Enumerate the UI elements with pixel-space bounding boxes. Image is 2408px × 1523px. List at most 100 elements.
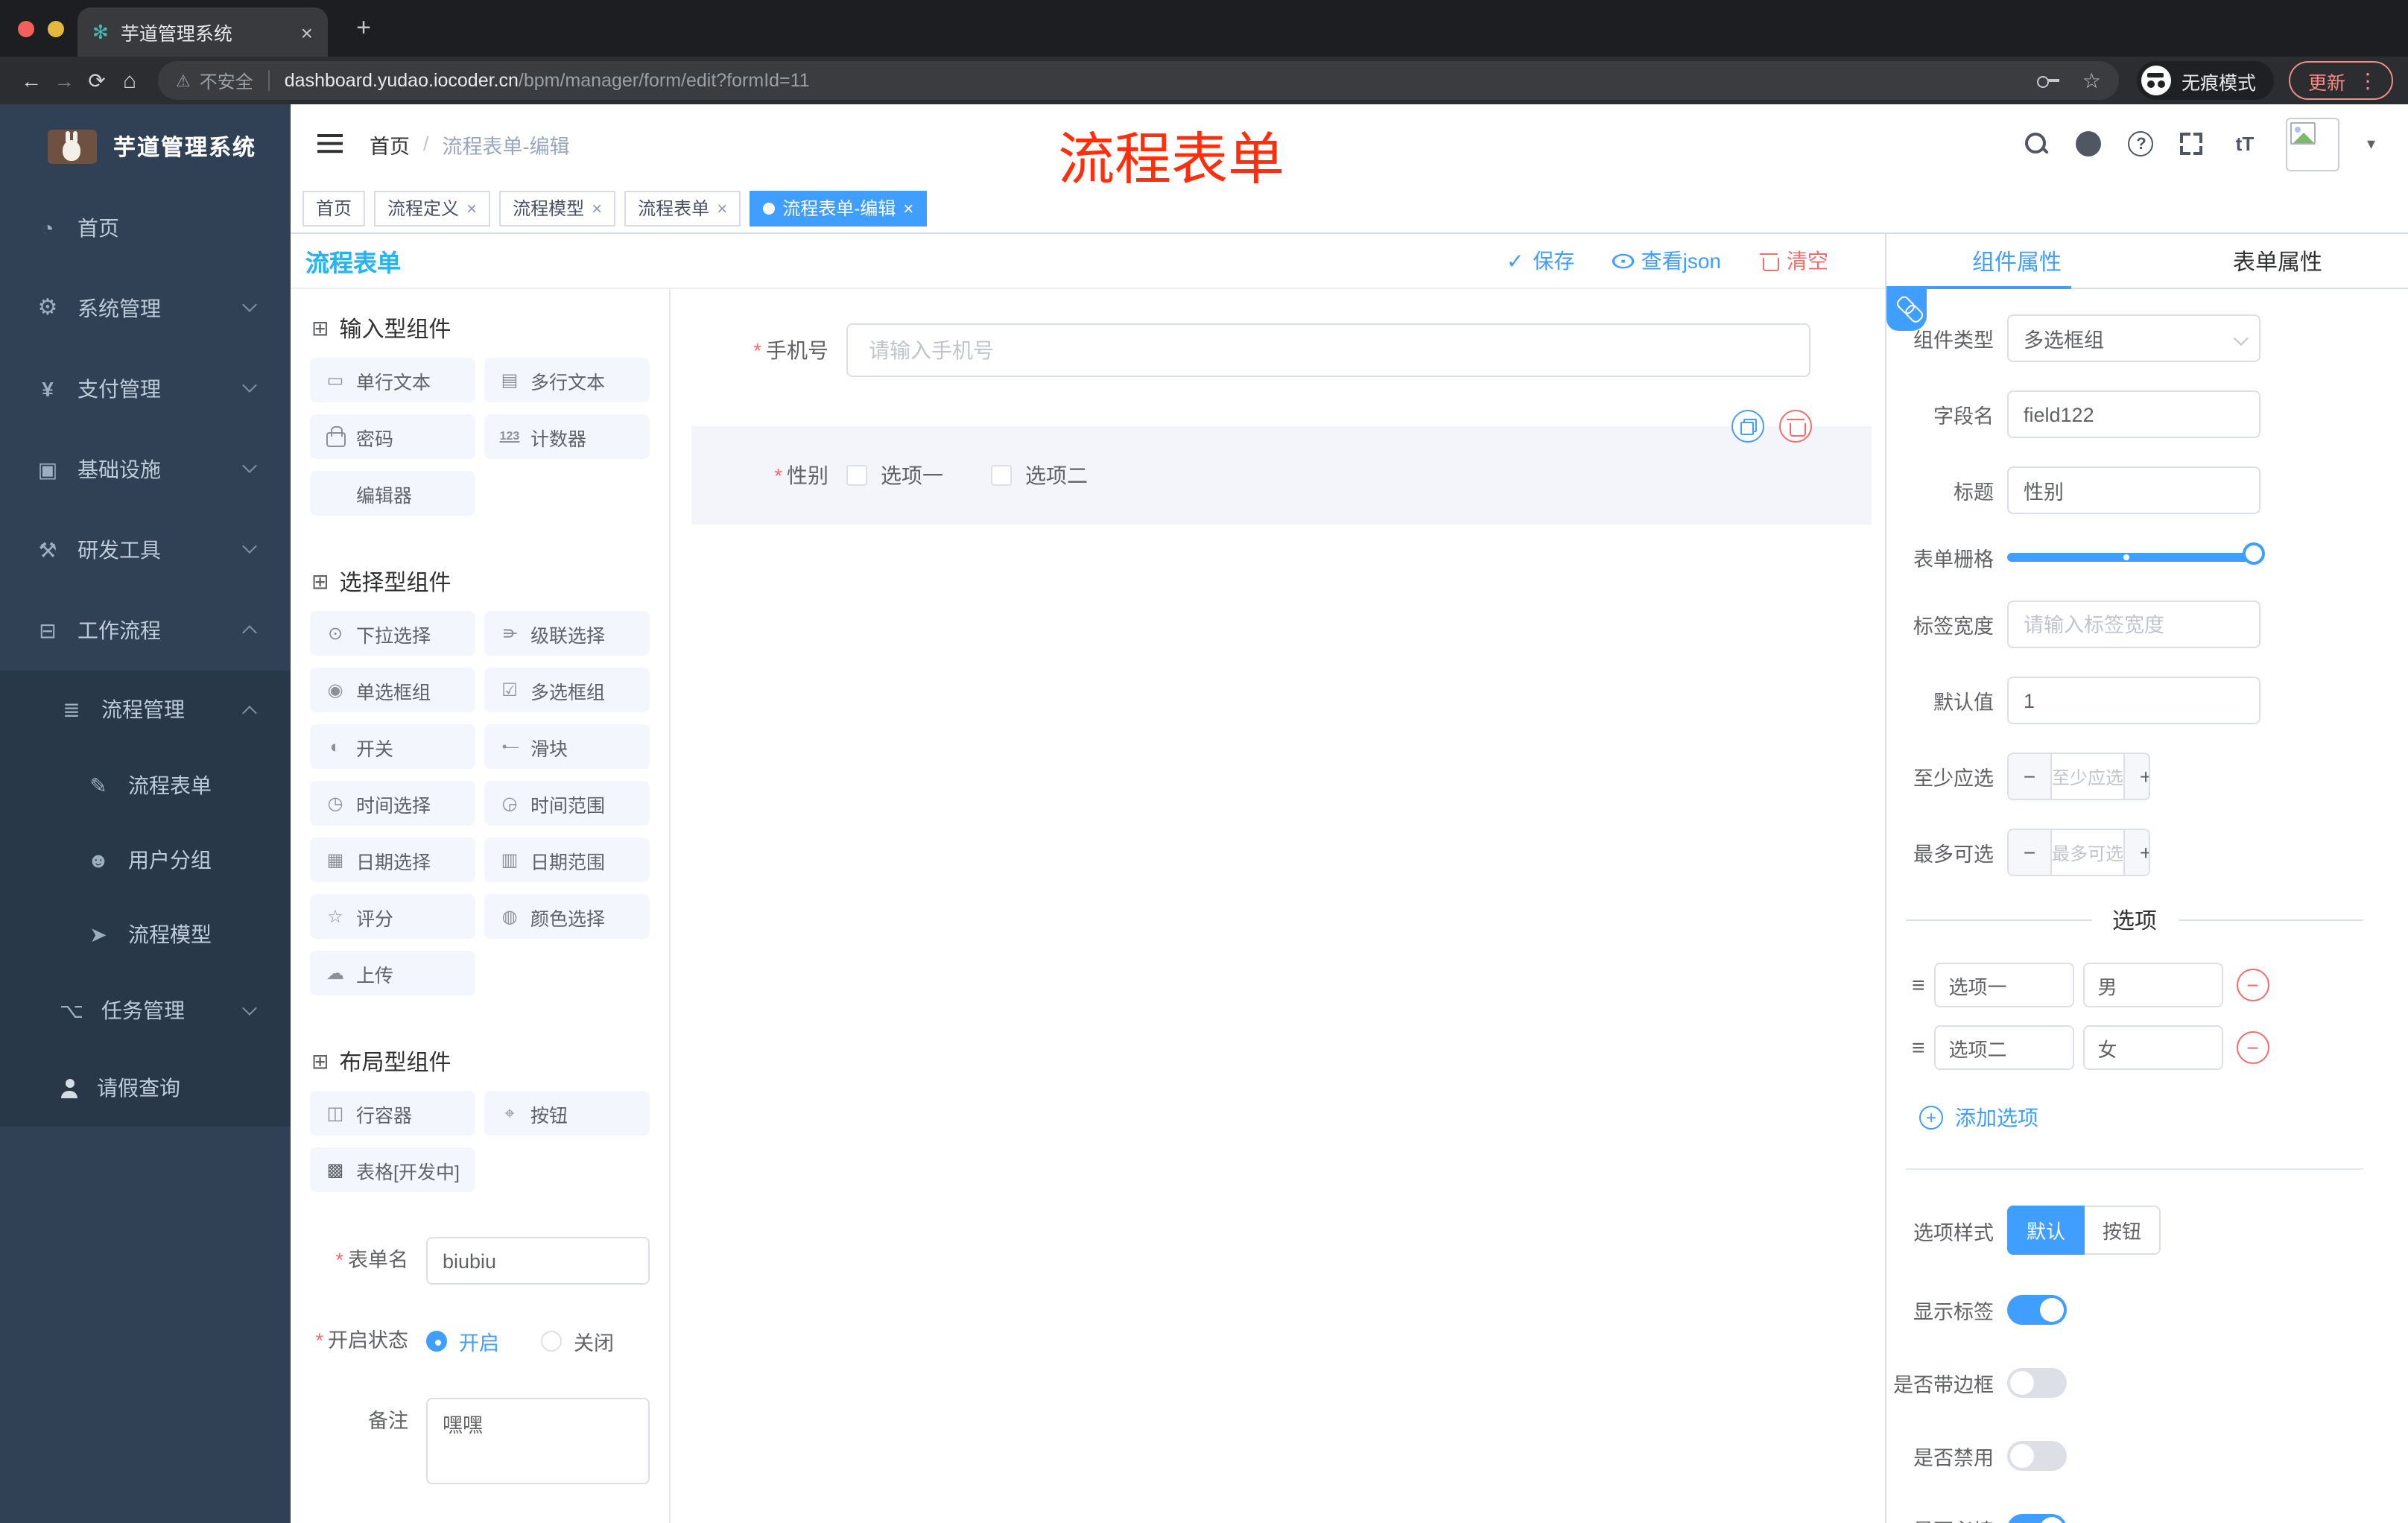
close-window-button[interactable]: [18, 21, 34, 37]
caret-down-icon[interactable]: [2367, 134, 2375, 153]
tab-process-model[interactable]: 流程模型: [499, 190, 616, 226]
clear-button[interactable]: 清空: [1760, 246, 1828, 276]
palette-item-password[interactable]: 密码: [310, 414, 475, 459]
sidebar-item-process-manage[interactable]: 流程管理: [0, 671, 291, 748]
max-select-value[interactable]: 最多可选: [2050, 830, 2126, 875]
drag-handle-icon[interactable]: [1912, 972, 1925, 998]
sidebar-item-payment[interactable]: 支付管理: [0, 349, 291, 429]
new-tab-button[interactable]: [346, 10, 381, 46]
home-icon[interactable]: [113, 68, 146, 93]
status-on-radio[interactable]: 开启: [426, 1326, 499, 1356]
gender-option-2-checkbox[interactable]: 选项二: [991, 460, 1088, 490]
sidebar-item-leave-query[interactable]: 请假查询: [0, 1049, 291, 1127]
slider-handle[interactable]: [2243, 542, 2265, 565]
font-size-icon[interactable]: [2230, 129, 2260, 159]
sidebar-item-home[interactable]: 首页: [0, 188, 291, 268]
min-select-stepper[interactable]: − 至少应选 +: [2007, 753, 2150, 800]
add-option-button[interactable]: 添加选项: [1919, 1103, 2408, 1133]
sidebar-item-workflow[interactable]: 工作流程: [0, 590, 291, 671]
option-style-default[interactable]: 默认: [2007, 1206, 2085, 1255]
plus-button[interactable]: +: [2125, 830, 2149, 875]
default-value-input[interactable]: [2007, 677, 2260, 724]
avatar[interactable]: [2286, 117, 2340, 171]
component-type-select[interactable]: 多选框组: [2007, 314, 2260, 362]
palette-item-slider[interactable]: 滑块: [484, 724, 650, 769]
reload-icon[interactable]: [80, 68, 113, 93]
sidebar-item-system[interactable]: 系统管理: [0, 268, 291, 349]
palette-item-checkbox-group[interactable]: 多选框组: [484, 668, 650, 712]
palette-item-select[interactable]: 下拉选择: [310, 611, 475, 656]
phone-field-row[interactable]: 手机号: [691, 323, 1810, 377]
title-input[interactable]: [2007, 466, 2260, 514]
option-style-button[interactable]: 按钮: [2085, 1206, 2161, 1255]
data-binding-tag[interactable]: [1886, 289, 1927, 331]
status-off-radio[interactable]: 关闭: [541, 1326, 614, 1356]
gender-option-1-checkbox[interactable]: 选项一: [846, 460, 943, 490]
palette-item-table[interactable]: 表格[开发中]: [310, 1147, 475, 1192]
palette-item-rate[interactable]: 评分: [310, 894, 475, 939]
min-select-value[interactable]: 至少应选: [2050, 754, 2126, 799]
fold-sidebar-icon[interactable]: [317, 134, 343, 153]
help-icon[interactable]: [2128, 131, 2154, 156]
option-value-input[interactable]: [2082, 963, 2223, 1007]
sidebar-item-devtools[interactable]: 研发工具: [0, 510, 291, 590]
github-icon[interactable]: [2076, 131, 2102, 156]
required-toggle[interactable]: [2007, 1514, 2067, 1523]
palette-item-multi-line-text[interactable]: 多行文本: [484, 358, 650, 402]
field-name-input[interactable]: [2007, 390, 2260, 438]
form-grid-slider[interactable]: [2007, 542, 2265, 565]
palette-item-switch[interactable]: 开关: [310, 724, 475, 769]
sidebar-item-infrastructure[interactable]: 基础设施: [0, 429, 291, 510]
minus-button[interactable]: −: [2009, 754, 2050, 799]
tab-process-form-edit[interactable]: 流程表单-编辑: [750, 190, 928, 226]
tab-home[interactable]: 首页: [302, 190, 366, 226]
kebab-menu-icon[interactable]: [2357, 68, 2378, 93]
close-tab-icon[interactable]: [301, 20, 313, 44]
tab-process-definition[interactable]: 流程定义: [374, 190, 491, 226]
phone-input[interactable]: [846, 323, 1810, 377]
key-icon[interactable]: [2037, 73, 2062, 88]
browser-tab[interactable]: 芋道管理系统: [77, 7, 328, 57]
browser-update-button[interactable]: 更新: [2288, 61, 2393, 100]
palette-item-time-picker[interactable]: 时间选择: [310, 781, 475, 826]
palette-item-editor[interactable]: 编辑器: [310, 471, 475, 516]
save-button[interactable]: 保存: [1506, 246, 1574, 276]
fullscreen-icon[interactable]: [2180, 133, 2203, 155]
bookmark-star-icon[interactable]: [2082, 68, 2101, 93]
palette-item-single-line-text[interactable]: 单行文本: [310, 358, 475, 402]
palette-item-radio-group[interactable]: 单选框组: [310, 668, 475, 712]
palette-item-date-range[interactable]: 日期范围: [484, 838, 650, 882]
remove-option-button[interactable]: [2236, 969, 2269, 1001]
breadcrumb-home[interactable]: 首页: [370, 129, 410, 159]
minus-button[interactable]: −: [2009, 830, 2050, 875]
search-icon[interactable]: [2024, 131, 2050, 156]
label-width-input[interactable]: [2007, 601, 2260, 648]
security-status[interactable]: 不安全: [176, 68, 253, 93]
option-label-input[interactable]: [1933, 963, 2074, 1007]
drag-handle-icon[interactable]: [1912, 1035, 1925, 1060]
option-label-input[interactable]: [1933, 1025, 2074, 1070]
minimize-window-button[interactable]: [48, 21, 64, 37]
palette-item-date-picker[interactable]: 日期选择: [310, 838, 475, 882]
tab-process-form[interactable]: 流程表单: [624, 190, 741, 226]
close-tab-icon[interactable]: [466, 199, 477, 217]
remark-textarea[interactable]: 嘿嘿: [426, 1398, 650, 1484]
option-value-input[interactable]: [2082, 1025, 2223, 1070]
plus-button[interactable]: +: [2125, 754, 2149, 799]
form-name-input[interactable]: [426, 1237, 650, 1285]
forward-icon[interactable]: [48, 69, 80, 92]
gender-field-selected[interactable]: 性别 选项一 选项二: [691, 410, 1872, 525]
sidebar-item-user-group[interactable]: 用户分组: [0, 823, 291, 897]
delete-component-button[interactable]: [1779, 410, 1812, 443]
palette-item-color-picker[interactable]: 颜色选择: [484, 894, 650, 939]
view-json-button[interactable]: 查看json: [1613, 246, 1721, 276]
tab-form-props[interactable]: 表单属性: [2147, 234, 2408, 288]
close-tab-icon[interactable]: [592, 199, 602, 217]
sidebar-item-process-model[interactable]: 流程模型: [0, 897, 291, 972]
disabled-toggle[interactable]: [2007, 1441, 2067, 1471]
address-bar[interactable]: 不安全 dashboard.yudao.iocoder.cn/bpm/manag…: [158, 61, 2119, 100]
palette-item-cascader[interactable]: 级联选择: [484, 611, 650, 656]
max-select-stepper[interactable]: − 最多可选 +: [2007, 829, 2150, 876]
palette-item-counter[interactable]: 计数器: [484, 414, 650, 459]
close-tab-icon[interactable]: [903, 199, 913, 217]
